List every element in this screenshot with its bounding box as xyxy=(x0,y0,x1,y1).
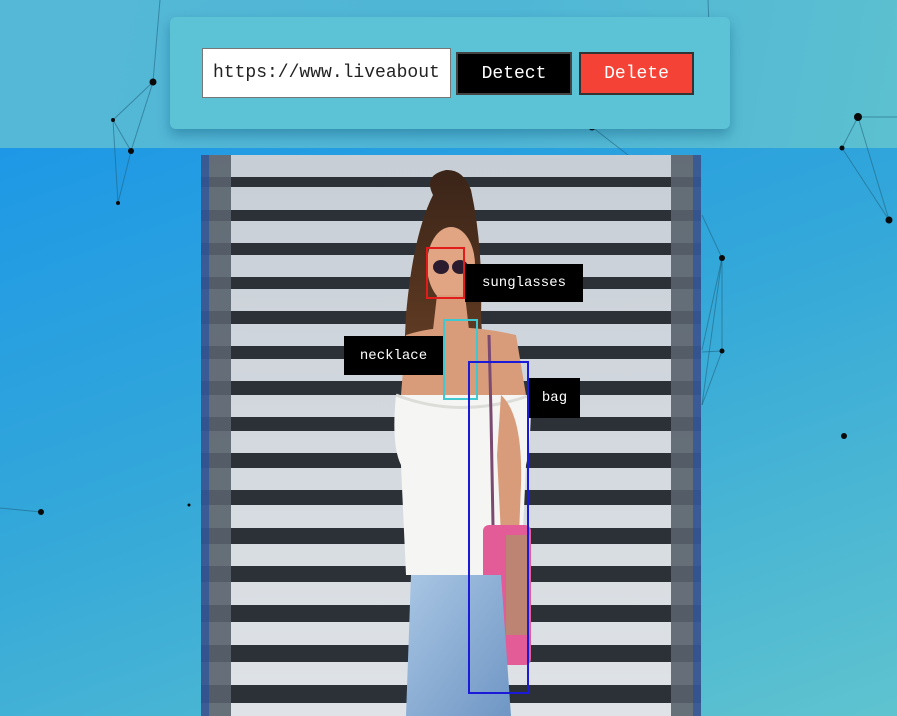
necklace-detection-label: necklace xyxy=(344,336,443,375)
delete-button[interactable]: Delete xyxy=(579,52,694,95)
sunglasses-detection-label: sunglasses xyxy=(465,264,583,302)
image-url-input[interactable] xyxy=(202,48,451,98)
detect-button[interactable]: Detect xyxy=(456,52,572,95)
bag-detection-label: bag xyxy=(529,378,580,418)
analyzed-photo xyxy=(201,155,701,716)
bag-detection-box xyxy=(468,361,529,694)
sunglasses-detection-box xyxy=(426,247,465,299)
